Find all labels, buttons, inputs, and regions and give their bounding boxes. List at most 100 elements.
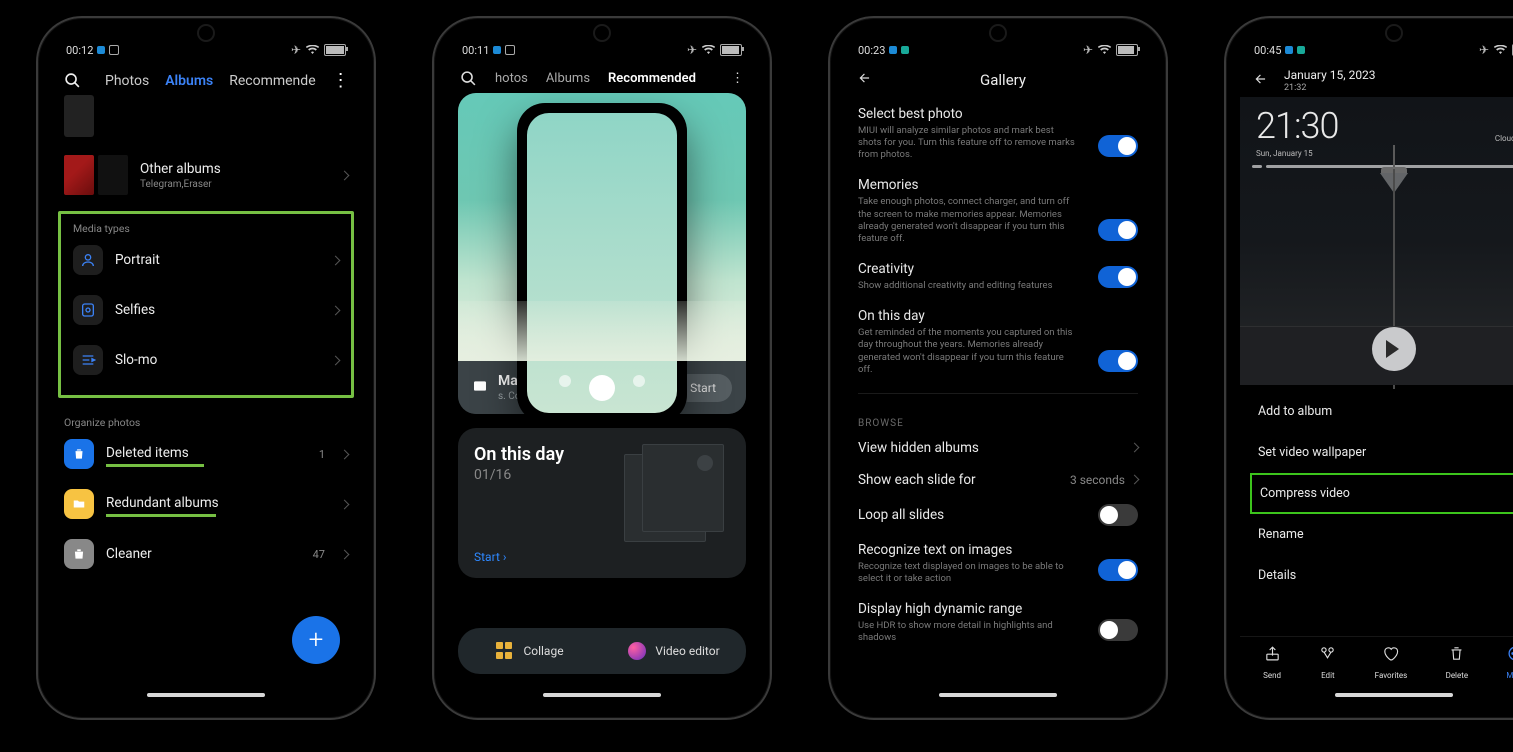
status-indicator-icon [109, 45, 119, 55]
media-type-portrait[interactable]: Portrait [61, 235, 351, 285]
thumb[interactable] [64, 95, 94, 137]
media-types-highlight: Media types Portrait Selfies Slo-mo [58, 211, 354, 398]
media-time: 21:32 [1284, 83, 1376, 93]
nav-pill[interactable] [147, 693, 265, 697]
lock-time: 21:30 [1256, 105, 1338, 147]
search-icon[interactable] [64, 72, 81, 89]
status-time: 00:12 [66, 44, 93, 57]
menu-compress-video[interactable]: Compress video [1260, 486, 1513, 501]
setting-desc: Use HDR to show more detail in highlight… [858, 620, 1138, 644]
chevron-right-icon [340, 549, 350, 559]
media-type-selfies[interactable]: Selfies [61, 285, 351, 335]
setting-memories[interactable]: Memories Take enough photos, connect cha… [844, 170, 1152, 254]
organize-header: Organize photos [52, 408, 360, 429]
toggle[interactable] [1098, 266, 1138, 288]
tab-recommended[interactable]: Recommende [229, 73, 315, 89]
collage-button[interactable]: Collage [458, 628, 602, 674]
status-indicator-icon [493, 46, 501, 54]
sparkle-icon [472, 378, 488, 398]
thumb [98, 155, 128, 195]
more-icon[interactable]: ⋮ [731, 71, 744, 86]
tab-albums[interactable]: Albums [546, 71, 590, 86]
menu-details[interactable]: Details [1240, 555, 1513, 596]
camera-notch [595, 26, 609, 40]
phone-video-more: 00:45 January 15, 2023 21:32 21:30 Sun, … [1224, 16, 1513, 720]
more-icon[interactable]: ⋮ [332, 70, 350, 91]
chevron-right-icon [1130, 443, 1140, 453]
tool-label: Send [1263, 671, 1281, 680]
media-type-slomo[interactable]: Slo-mo [61, 335, 351, 385]
screen: 00:45 January 15, 2023 21:32 21:30 Sun, … [1240, 32, 1513, 704]
add-fab[interactable]: + [292, 616, 340, 664]
setting-name: View hidden albums [858, 440, 1131, 456]
make-memories-card[interactable]: Make memories appear s. Connect charger.… [458, 93, 746, 414]
cleaner-row[interactable]: Cleaner 47 [52, 529, 360, 579]
media-type-label: Portrait [115, 252, 320, 268]
nav-pill[interactable] [939, 693, 1057, 697]
back-button[interactable] [856, 70, 874, 89]
tool-send[interactable]: Send [1263, 645, 1281, 680]
back-button[interactable] [1252, 71, 1270, 90]
collage-label: Collage [523, 644, 563, 658]
redundant-albums-row[interactable]: Redundant albums [52, 479, 360, 529]
tool-label: Edit [1321, 671, 1335, 680]
setting-recognize-text[interactable]: Recognize text on images Recognize text … [844, 535, 1152, 594]
status-indicator-icon [1297, 46, 1305, 54]
setting-loop-slides[interactable]: Loop all slides [844, 497, 1152, 535]
dock-icon [589, 375, 615, 401]
dock-icon [633, 375, 645, 387]
edit-icon [1319, 645, 1336, 666]
menu-rename[interactable]: Rename [1240, 514, 1513, 555]
toggle[interactable] [1098, 219, 1138, 241]
tool-delete[interactable]: Delete [1446, 645, 1469, 680]
toggle[interactable] [1098, 559, 1138, 581]
setting-hidden-albums[interactable]: View hidden albums [844, 433, 1152, 465]
tool-favorites[interactable]: Favorites [1375, 645, 1408, 680]
toggle[interactable] [1098, 135, 1138, 157]
tab-albums[interactable]: Albums [165, 73, 213, 89]
tab-photos[interactable]: hotos [495, 71, 528, 86]
other-albums-row[interactable]: Other albums Telegram,Eraser [52, 145, 360, 205]
tab-recommended[interactable]: Recommended [608, 71, 696, 86]
status-time: 00:11 [462, 44, 489, 57]
redundant-albums-label: Redundant albums [106, 495, 219, 511]
setting-slide-duration[interactable]: Show each slide for 3 seconds [844, 465, 1152, 497]
phone-gallery-settings: 00:23 Gallery Select best photo MIUI wil… [828, 16, 1168, 720]
battery-icon [720, 44, 742, 56]
tool-label: Delete [1446, 671, 1469, 680]
toggle[interactable] [1098, 350, 1138, 372]
tab-photos[interactable]: Photos [105, 73, 149, 89]
on-this-day-start[interactable]: Start › [474, 550, 506, 564]
toggle[interactable] [1098, 619, 1138, 641]
camera-notch [1387, 26, 1401, 40]
status-indicator-icon [1285, 46, 1293, 54]
chevron-right-icon [331, 255, 341, 265]
nav-pill[interactable] [543, 693, 661, 697]
page-title: Gallery [888, 71, 1118, 89]
nav-pill[interactable] [1335, 693, 1453, 697]
chevron-right-icon [340, 170, 350, 180]
status-indicator-icon [97, 46, 105, 54]
setting-select-best[interactable]: Select best photo MIUI will analyze simi… [844, 99, 1152, 170]
video-editor-button[interactable]: Video editor [602, 628, 746, 674]
search-icon[interactable] [460, 70, 477, 87]
setting-name: Display high dynamic range [858, 601, 1138, 617]
play-button[interactable] [1372, 327, 1416, 371]
video-preview[interactable]: 21:30 Sun, January 15 Cloudy 6°C [1240, 97, 1513, 385]
phone-mockup [517, 103, 687, 414]
on-this-day-card[interactable]: On this day 01/16 Start › [458, 428, 746, 578]
tool-edit[interactable]: Edit [1319, 645, 1336, 680]
deleted-items-row[interactable]: Deleted items 1 [52, 429, 360, 479]
media-header: January 15, 2023 21:32 [1240, 64, 1513, 97]
setting-hdr[interactable]: Display high dynamic range Use HDR to sh… [844, 594, 1152, 653]
setting-creativity[interactable]: Creativity Show additional creativity an… [844, 254, 1152, 301]
toggle[interactable] [1098, 504, 1138, 526]
video-editor-icon [628, 642, 646, 660]
menu-set-wallpaper[interactable]: Set video wallpaper [1240, 432, 1513, 473]
menu-add-to-album[interactable]: Add to album [1240, 391, 1513, 432]
status-time: 00:23 [858, 44, 885, 57]
tool-more[interactable]: More [1506, 645, 1513, 680]
more-icon [1507, 645, 1513, 666]
bottom-tools: Collage Video editor [458, 628, 746, 674]
setting-on-this-day[interactable]: On this day Get reminded of the moments … [844, 301, 1152, 385]
